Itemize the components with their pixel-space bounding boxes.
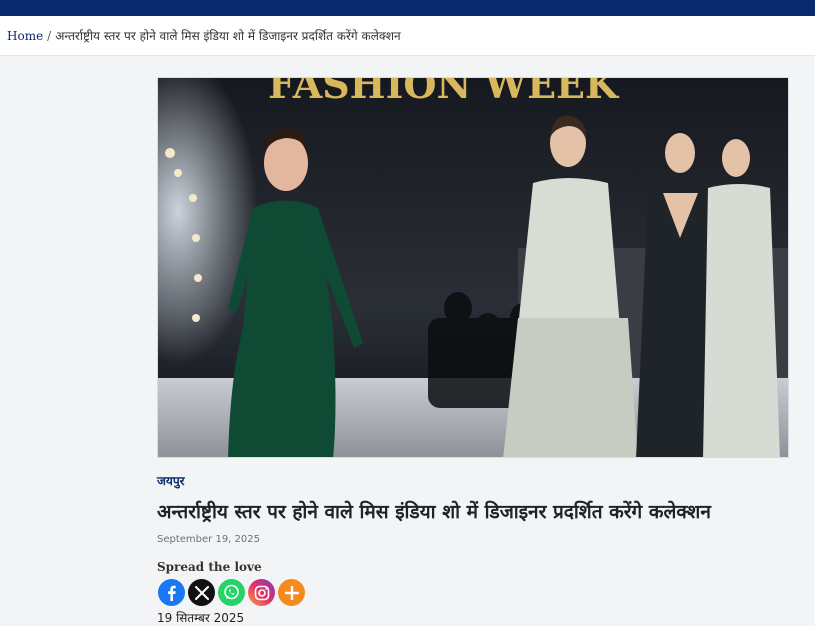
- breadcrumb-home-link[interactable]: Home: [7, 29, 43, 43]
- whatsapp-icon: [224, 584, 239, 600]
- hero-banner-text: FASHION WEEK: [268, 78, 620, 107]
- hero-image: FASHION WEEK: [157, 77, 789, 458]
- facebook-icon: [167, 585, 176, 601]
- share-buttons: [158, 579, 305, 606]
- x-icon: [194, 585, 209, 600]
- x-share-button[interactable]: [188, 579, 215, 606]
- breadcrumb-separator: /: [47, 28, 52, 43]
- article-title: अन्तर्राष्ट्रीय स्तर पर होने वाले मिस इं…: [157, 501, 711, 523]
- article-category[interactable]: जयपुर: [157, 472, 185, 489]
- top-nav-bar: [0, 0, 815, 16]
- more-share-button[interactable]: [278, 579, 305, 606]
- article-hindi-date: 19 सितम्बर 2025: [157, 611, 245, 625]
- whatsapp-share-button[interactable]: [218, 579, 245, 606]
- facebook-share-button[interactable]: [158, 579, 185, 606]
- instagram-icon: [254, 585, 269, 600]
- instagram-share-button[interactable]: [248, 579, 275, 606]
- breadcrumb: Home / अन्तर्राष्ट्रीय स्तर पर होने वाले…: [0, 16, 815, 56]
- plus-icon: [284, 585, 299, 600]
- breadcrumb-current: अन्तर्राष्ट्रीय स्तर पर होने वाले मिस इं…: [55, 29, 401, 43]
- article-date: September 19, 2025: [157, 534, 260, 545]
- share-label: Spread the love: [157, 560, 262, 574]
